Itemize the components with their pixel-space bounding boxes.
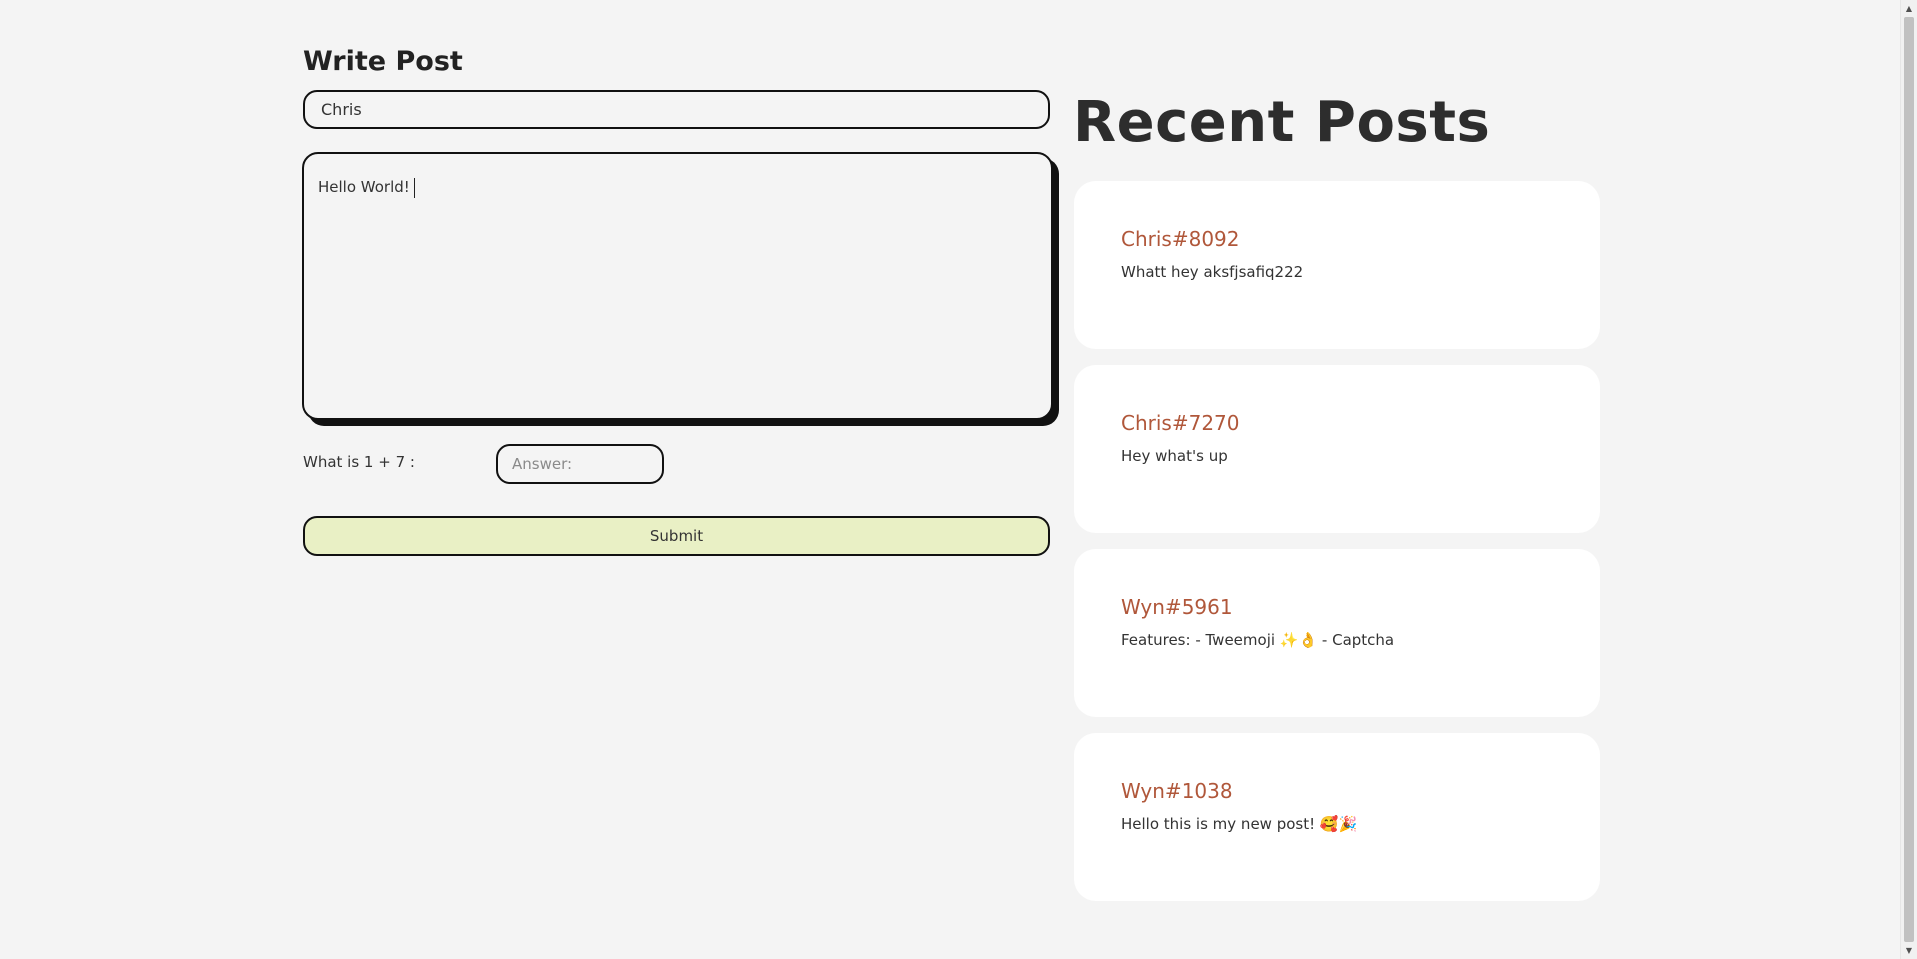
post-author: Wyn#5961 <box>1121 595 1233 619</box>
post-author: Chris#8092 <box>1121 227 1240 251</box>
scroll-down-icon[interactable]: ▼ <box>1901 942 1917 959</box>
post-textarea[interactable]: Hello World! <box>304 154 1051 418</box>
post-author: Chris#7270 <box>1121 411 1240 435</box>
post-author: Wyn#1038 <box>1121 779 1233 803</box>
write-post-title: Write Post <box>303 46 463 77</box>
post-body: Whatt hey aksfjsafiq222 <box>1121 263 1304 281</box>
text-caret <box>414 178 415 198</box>
name-input[interactable] <box>303 90 1050 129</box>
post-card: Chris#8092 Whatt hey aksfjsafiq222 <box>1074 181 1600 349</box>
scrollbar-thumb[interactable] <box>1904 17 1914 942</box>
captcha-question: What is 1 + 7 : <box>303 453 415 471</box>
recent-posts-title: Recent Posts <box>1073 90 1491 155</box>
post-card: Wyn#5961 Features: - Tweemoji ✨👌 - Captc… <box>1074 549 1600 717</box>
submit-button[interactable]: Submit <box>303 516 1050 556</box>
post-card: Wyn#1038 Hello this is my new post! 🥰🎉 <box>1074 733 1600 901</box>
post-body: Hey what's up <box>1121 447 1228 465</box>
post-textarea-container[interactable]: Hello World! <box>302 152 1053 420</box>
captcha-answer-input[interactable] <box>496 444 664 484</box>
scroll-up-icon[interactable]: ▲ <box>1901 0 1917 17</box>
vertical-scrollbar[interactable]: ▲ ▼ <box>1900 0 1917 959</box>
post-card: Chris#7270 Hey what's up <box>1074 365 1600 533</box>
post-body: Features: - Tweemoji ✨👌 - Captcha <box>1121 631 1395 649</box>
post-body: Hello this is my new post! 🥰🎉 <box>1121 815 1358 833</box>
